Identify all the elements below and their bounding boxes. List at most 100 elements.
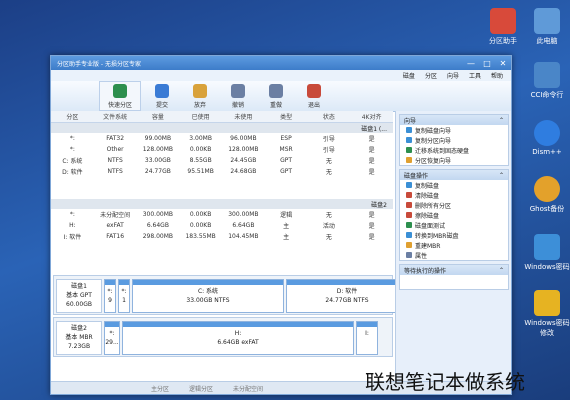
panel-item[interactable]: 迁移系统到固态硬盘 xyxy=(400,145,508,155)
panel-item[interactable]: 擦除磁盘 xyxy=(400,210,508,220)
wizard-panel-title[interactable]: 向导 ⌃ xyxy=(400,115,508,125)
table-cell: 96.00MB xyxy=(230,135,257,142)
table-cell: 128.00MB xyxy=(142,146,174,153)
partition-block[interactable]: C: 系统 33.00GB NTFS xyxy=(132,279,284,313)
table-cell: 无 xyxy=(325,212,332,219)
table-cell: 引导 xyxy=(322,136,335,143)
col-used[interactable]: 已使用 xyxy=(179,112,222,121)
desktop-icon-this-pc[interactable]: 此电脑 xyxy=(524,8,570,46)
table-row[interactable]: H: exFAT 6.64GB 0.00KB 6.64GB 主 活动 是 xyxy=(51,220,393,231)
menu-partition[interactable]: 分区 xyxy=(425,71,437,80)
panel-item[interactable]: 清除磁盘 xyxy=(400,190,508,200)
table-row[interactable]: *: 未分配空间 300.00MB 0.00KB 300.00MB 逻辑 无 是 xyxy=(51,209,393,220)
windows-icon xyxy=(534,234,560,260)
panel-item-label: 擦除磁盘 xyxy=(415,212,440,220)
table-cell: 298.00MB xyxy=(142,233,174,240)
desktop-icon-cmd[interactable]: CCI命令行 xyxy=(524,62,570,100)
panel-item[interactable]: 磁盘面测试 xyxy=(400,220,508,230)
disk2-map: 磁盘2 基本 MBR 7.23GB *: 29... H: 6.64GB exFA… xyxy=(53,317,393,357)
window-titlebar[interactable]: 分区助手专业版 - 无损分区专家 — □ ✕ xyxy=(51,56,511,70)
desktop-icon-windows-password[interactable]: Windows密码 xyxy=(524,234,570,272)
desktop-icon-ghost[interactable]: Ghost备份 xyxy=(524,176,570,214)
col-type[interactable]: 类型 xyxy=(265,112,308,121)
table-cell: 24.45GB xyxy=(230,157,257,164)
partition-block[interactable]: *: 1 xyxy=(118,279,130,313)
table-cell: NTFS xyxy=(107,157,123,164)
quick-partition-button[interactable]: 快速分区 xyxy=(99,81,141,111)
table-cell: 是 xyxy=(368,158,375,165)
table-cell: 无 xyxy=(325,169,332,176)
panel-item[interactable]: 复制分区向导 xyxy=(400,135,508,145)
redo-button[interactable]: 重做 xyxy=(259,82,293,110)
table-cell: 无 xyxy=(325,158,332,165)
partition-block[interactable]: *: 29... xyxy=(104,321,120,355)
menu-tools[interactable]: 工具 xyxy=(469,71,481,80)
maximize-button[interactable]: □ xyxy=(479,57,495,69)
table-cell: 无 xyxy=(325,234,332,241)
panel-item[interactable]: 属性 xyxy=(400,250,508,260)
panel-item-icon xyxy=(406,202,412,208)
col-partition[interactable]: 分区 xyxy=(51,112,94,121)
panel-item[interactable]: 复制磁盘向导 xyxy=(400,125,508,135)
table-cell: 33.00GB xyxy=(144,157,171,164)
col-capacity[interactable]: 容量 xyxy=(137,112,180,121)
col-status[interactable]: 状态 xyxy=(308,112,351,121)
table-cell: I: 软件 xyxy=(63,234,82,241)
table-cell: 3.00MB xyxy=(189,135,212,142)
table-cell: 128.00MB xyxy=(228,146,259,153)
panel-item[interactable]: 复制磁盘 xyxy=(400,180,508,190)
partition-block[interactable]: D: 软件 24.77GB NTFS xyxy=(286,279,408,313)
disk1-map-label[interactable]: 磁盘1 基本 GPT 60.00GB xyxy=(56,279,102,313)
legend-unallocated: 未分配空间 xyxy=(233,385,264,393)
table-cell: ESP xyxy=(280,135,292,142)
col-filesystem[interactable]: 文件系统 xyxy=(94,112,137,121)
panel-item[interactable]: 转换到MBR磁盘 xyxy=(400,230,508,240)
table-cell: 活动 xyxy=(322,223,335,230)
close-button[interactable]: ✕ xyxy=(495,57,511,69)
table-cell: 0.00KB xyxy=(189,146,212,153)
partition-block[interactable]: H: 6.64GB exFAT xyxy=(122,321,354,355)
panel-item-label: 转换到MBR磁盘 xyxy=(415,232,459,240)
collapse-icon[interactable]: ⌃ xyxy=(499,172,504,179)
collapse-icon[interactable]: ⌃ xyxy=(499,267,504,274)
table-row[interactable]: C: 系统 NTFS 33.00GB 8.55GB 24.45GB GPT 无 是 xyxy=(51,155,393,166)
exit-button[interactable]: 退出 xyxy=(297,82,331,110)
table-row[interactable]: I: 软件 FAT16 298.00MB 183.55MB 104.45MB 主 无 是 xyxy=(51,231,393,242)
collapse-icon[interactable]: ⌃ xyxy=(499,117,504,124)
menu-disk[interactable]: 磁盘 xyxy=(403,71,415,80)
partition-block-label: D: 软件 24.77GB NTFS xyxy=(325,288,369,304)
table-cell: 95.51MB xyxy=(187,168,214,175)
panel-item[interactable]: 重建MBR xyxy=(400,240,508,250)
disk1-rows: *: FAT32 99.00MB 3.00MB 96.00MB ESP 引导是 *: Other… xyxy=(51,133,393,177)
disk2-map-label[interactable]: 磁盘2 基本 MBR 7.23GB xyxy=(56,321,102,355)
pending-ops-panel-title[interactable]: 等待执行的操作 ⌃ xyxy=(400,265,508,275)
minimize-button[interactable]: — xyxy=(463,57,479,69)
panel-item[interactable]: 分区恢复向导 xyxy=(400,155,508,165)
table-row[interactable]: *: Other 128.00MB 0.00KB 128.00MB MSR 引导 是 xyxy=(51,144,393,155)
desktop-icon-password-change[interactable]: Windows密码修改 xyxy=(524,290,570,338)
legend-primary: 主分区 xyxy=(151,385,170,393)
panel-item[interactable]: 删除所有分区 xyxy=(400,200,508,210)
right-sidebar: 向导 ⌃ 复制磁盘向导 复制分区向导 迁移系统到固态硬盘 分区恢复向导 磁盘操作 ⌃ … xyxy=(395,111,511,394)
table-cell: NTFS xyxy=(107,168,123,175)
desktop-icon-partition-assistant[interactable]: 分区助手 xyxy=(480,8,526,46)
desktop-icon-dism[interactable]: Dism++ xyxy=(524,120,570,156)
panel-item-icon xyxy=(406,222,412,228)
apply-button[interactable]: 提交 xyxy=(145,82,179,110)
table-cell: 是 xyxy=(368,169,375,176)
undo-button[interactable]: 撤销 xyxy=(221,82,255,110)
partition-block[interactable]: *: 9 xyxy=(104,279,116,313)
panel-item-icon xyxy=(406,192,412,198)
table-cell: GPT xyxy=(280,157,293,164)
menu-wizard[interactable]: 向导 xyxy=(447,71,459,80)
disk-ops-panel-title[interactable]: 磁盘操作 ⌃ xyxy=(400,170,508,180)
col-4k[interactable]: 4K对齐 xyxy=(350,112,393,121)
menu-help[interactable]: 帮助 xyxy=(491,71,503,80)
panel-item-label: 重建MBR xyxy=(415,242,441,250)
table-row[interactable]: D: 软件 NTFS 24.77GB 95.51MB 24.68GB GPT 无 是 xyxy=(51,166,393,177)
table-cell: C: 系统 xyxy=(62,158,83,165)
partition-block[interactable]: I: xyxy=(356,321,378,355)
table-row[interactable]: *: FAT32 99.00MB 3.00MB 96.00MB ESP 引导 是 xyxy=(51,133,393,144)
col-unused[interactable]: 未使用 xyxy=(222,112,265,121)
discard-button[interactable]: 放弃 xyxy=(183,82,217,110)
